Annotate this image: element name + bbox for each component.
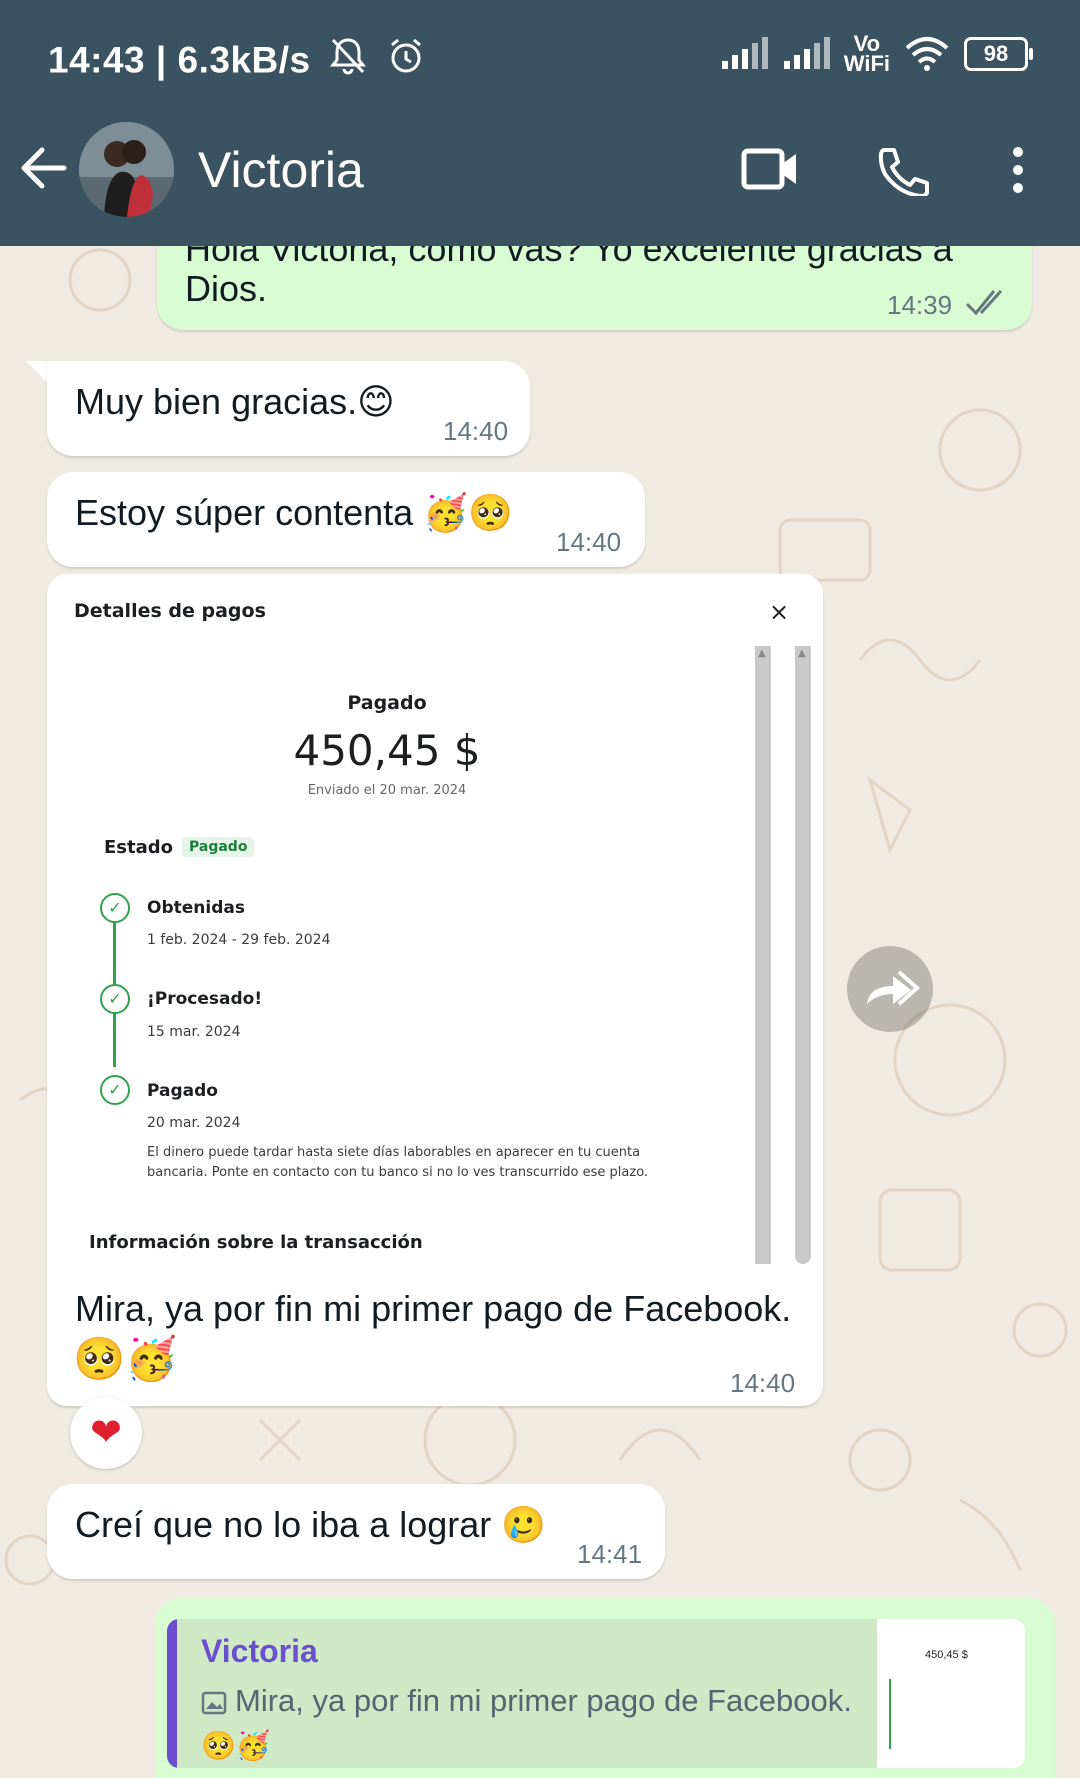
message-time: 14:40 <box>443 416 509 446</box>
forward-button[interactable] <box>847 946 933 1032</box>
status-icons: Vo WiFi 98 <box>720 33 1033 76</box>
step-title: Pagado <box>147 1081 218 1101</box>
message-time: 14:39 <box>887 290 953 320</box>
transaction-info-title: Información sobre la transacción <box>89 1232 423 1253</box>
payment-amount: 450,45 $ <box>293 726 481 775</box>
battery-level: 98 <box>983 41 1009 66</box>
scrollbar-track <box>755 646 771 1264</box>
battery-indicator: 98 <box>964 37 1033 71</box>
payment-sent-date: Enviado el 20 mar. 2024 <box>307 783 467 798</box>
avatar[interactable] <box>79 122 174 217</box>
scrollbar-track <box>795 646 811 1264</box>
heart-reaction[interactable]: ❤ <box>70 1397 142 1469</box>
scroll-up-arrow-icon: ▲ <box>798 648 806 659</box>
back-arrow-icon[interactable] <box>20 146 68 195</box>
message-text: Muy bien gracias.😊 <box>75 381 395 423</box>
message-text-content: Creí que no lo iba a lograr <box>75 1504 492 1545</box>
video-call-icon[interactable] <box>741 146 799 197</box>
signal-icon <box>721 37 768 69</box>
check-circle-icon: ✓ <box>100 1075 130 1105</box>
message-time: 14:40 <box>556 527 622 557</box>
wifi-icon <box>905 37 949 71</box>
message-incoming[interactable]: Muy bien gracias.😊 14:40 <box>47 361 530 456</box>
step-title: ¡Procesado! <box>147 989 263 1009</box>
message-text: Creí que no lo iba a lograr 🥲 <box>75 1504 546 1546</box>
quoted-image-thumbnail: 450,45 $ <box>877 1619 1025 1768</box>
vowifi-bottom: WiFi <box>843 51 890 76</box>
message-incoming[interactable]: Estoy súper contenta 🥳🥺 14:40 <box>47 472 645 567</box>
smiling-emoji: 😊 <box>357 382 395 423</box>
forward-icon <box>867 970 921 1006</box>
image-icon <box>201 1691 227 1715</box>
status-badge: Pagado <box>182 837 255 857</box>
quoted-message[interactable]: Victoria Mira, ya por fin mi primer pago… <box>167 1619 1025 1768</box>
quoted-sender: Victoria <box>201 1633 318 1669</box>
more-options-icon[interactable] <box>1010 146 1026 199</box>
signal-icon-2 <box>783 37 830 69</box>
party-pleading-emoji: 🥳🥺 <box>423 493 513 534</box>
message-text-content: Muy bien gracias. <box>75 381 358 422</box>
step-date: 15 mar. 2024 <box>147 1024 241 1040</box>
payment-status-label: Pagado <box>347 692 427 714</box>
tearful-smile-emoji: 🥲 <box>501 1505 547 1546</box>
payment-note: El dinero puede tardar hasta siete días … <box>147 1145 649 1180</box>
double-check-icon <box>965 289 1003 316</box>
check-circle-icon: ✓ <box>100 984 130 1014</box>
quoted-emoji: 🥺🥳 <box>201 1729 271 1762</box>
pleading-party-emoji: 🥺🥳 <box>73 1334 178 1383</box>
contact-name[interactable]: Victoria <box>198 141 364 199</box>
voice-call-icon[interactable] <box>876 146 930 201</box>
check-circle-icon: ✓ <box>100 893 130 923</box>
thumbnail-lines <box>889 1679 1001 1749</box>
message-time: 14:40 <box>730 1368 796 1398</box>
alarm-icon <box>386 36 426 85</box>
step-date: 20 mar. 2024 <box>147 1115 241 1131</box>
message-time: 14:41 <box>577 1539 643 1569</box>
step-title: Obtenidas <box>147 898 245 918</box>
image-caption: Mira, ya por fin mi primer pago de Faceb… <box>75 1288 791 1330</box>
caption-text: Mira, ya por fin mi primer pago de Faceb… <box>75 1288 792 1329</box>
vowifi-indicator: Vo WiFi <box>843 33 890 76</box>
status-bar: 14:43 | 6.3kB/s <box>48 36 426 85</box>
quoted-text: Mira, ya por fin mi primer pago de Faceb… <box>201 1683 852 1719</box>
status-time-speed: 14:43 | 6.3kB/s <box>48 39 311 81</box>
message-incoming[interactable]: Creí que no lo iba a lograr 🥲 14:41 <box>47 1484 665 1579</box>
close-icon: × <box>769 598 790 626</box>
payment-screenshot[interactable]: Detalles de pagos × ▲ ▲ Pagado 450,45 $ … <box>47 576 823 1274</box>
estado-label: Estado <box>104 837 174 858</box>
scroll-up-arrow-icon: ▲ <box>758 648 766 659</box>
payment-details-title: Detalles de pagos <box>74 600 266 622</box>
app-header: 14:43 | 6.3kB/s Vo WiFi 98 Victoria <box>0 0 1080 246</box>
message-text-content: Estoy súper contenta <box>75 492 414 533</box>
message-text-line2: Dios. <box>185 268 268 309</box>
message-text: Estoy súper contenta 🥳🥺 <box>75 492 513 534</box>
quoted-text-content: Mira, ya por fin mi primer pago de Faceb… <box>235 1683 852 1718</box>
thumbnail-amount: 450,45 $ <box>925 1649 968 1661</box>
bell-off-icon <box>329 36 367 85</box>
quote-accent-bar <box>167 1619 177 1768</box>
step-date: 1 feb. 2024 - 29 feb. 2024 <box>147 932 331 948</box>
